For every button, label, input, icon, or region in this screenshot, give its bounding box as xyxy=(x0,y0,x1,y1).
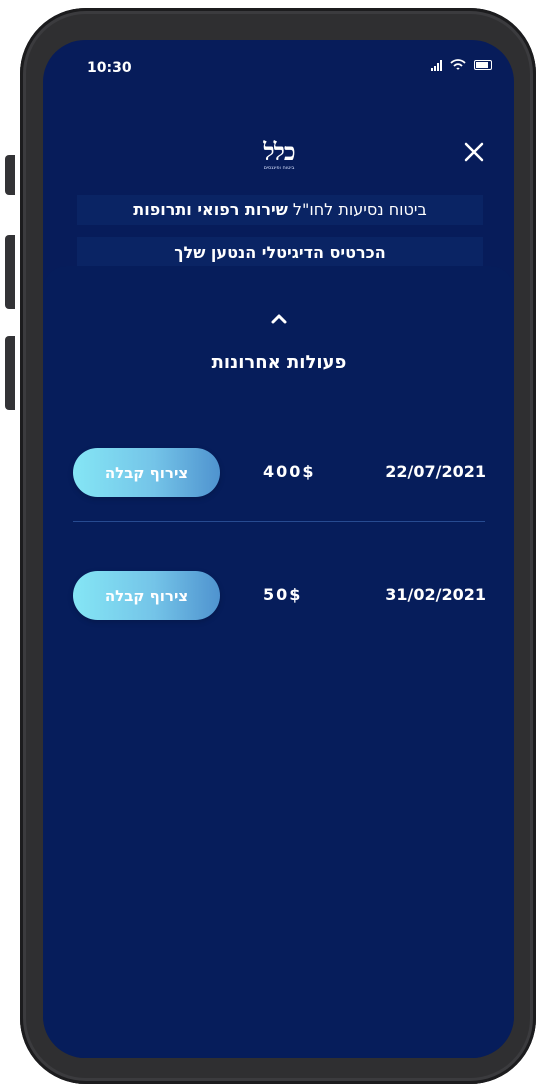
recent-actions-panel xyxy=(43,266,514,1058)
phone-screen: 10:30 כלל ביטוח ופיננסים ביטוח נסיעות לח… xyxy=(43,40,514,1058)
status-icons xyxy=(431,59,492,71)
attach-receipt-button[interactable]: צירוף קבלה xyxy=(73,571,220,620)
recent-actions-title: פעולות אחרונות xyxy=(211,352,347,373)
attach-receipt-button[interactable]: צירוף קבלה xyxy=(73,448,220,497)
phone-side-button xyxy=(5,155,15,195)
close-icon[interactable] xyxy=(460,138,488,166)
transaction-amount: 400$ xyxy=(263,462,316,481)
company-logo: כלל ביטוח ופיננסים xyxy=(239,140,319,174)
signal-icon xyxy=(431,59,442,71)
status-time: 10:30 xyxy=(87,60,132,76)
policy-prefix: ביטוח נסיעות לחו"ל xyxy=(287,200,427,219)
transaction-date: 31/02/2021 xyxy=(385,585,486,604)
battery-icon xyxy=(474,60,492,70)
policy-description: ביטוח נסיעות לחו"ל שירות רפואי ותרופות xyxy=(77,195,483,225)
transaction-row: 31/02/2021 50$ צירוף קבלה xyxy=(73,569,488,621)
policy-highlight: שירות רפואי ותרופות xyxy=(133,200,288,219)
digital-card-title: הכרטיס הדיגיטלי הנטען שלך xyxy=(77,237,483,268)
transaction-amount: 50$ xyxy=(263,585,303,604)
logo-subtitle: ביטוח ופיננסים xyxy=(263,165,295,171)
logo-text: כלל xyxy=(263,137,295,166)
phone-volume-up-button xyxy=(5,235,15,309)
transaction-date: 22/07/2021 xyxy=(385,462,486,481)
chevron-up-icon[interactable] xyxy=(265,311,293,327)
transaction-row: 22/07/2021 400$ צירוף קבלה xyxy=(73,446,488,498)
wifi-icon xyxy=(450,59,466,70)
phone-volume-down-button xyxy=(5,336,15,410)
transaction-divider xyxy=(73,521,485,522)
